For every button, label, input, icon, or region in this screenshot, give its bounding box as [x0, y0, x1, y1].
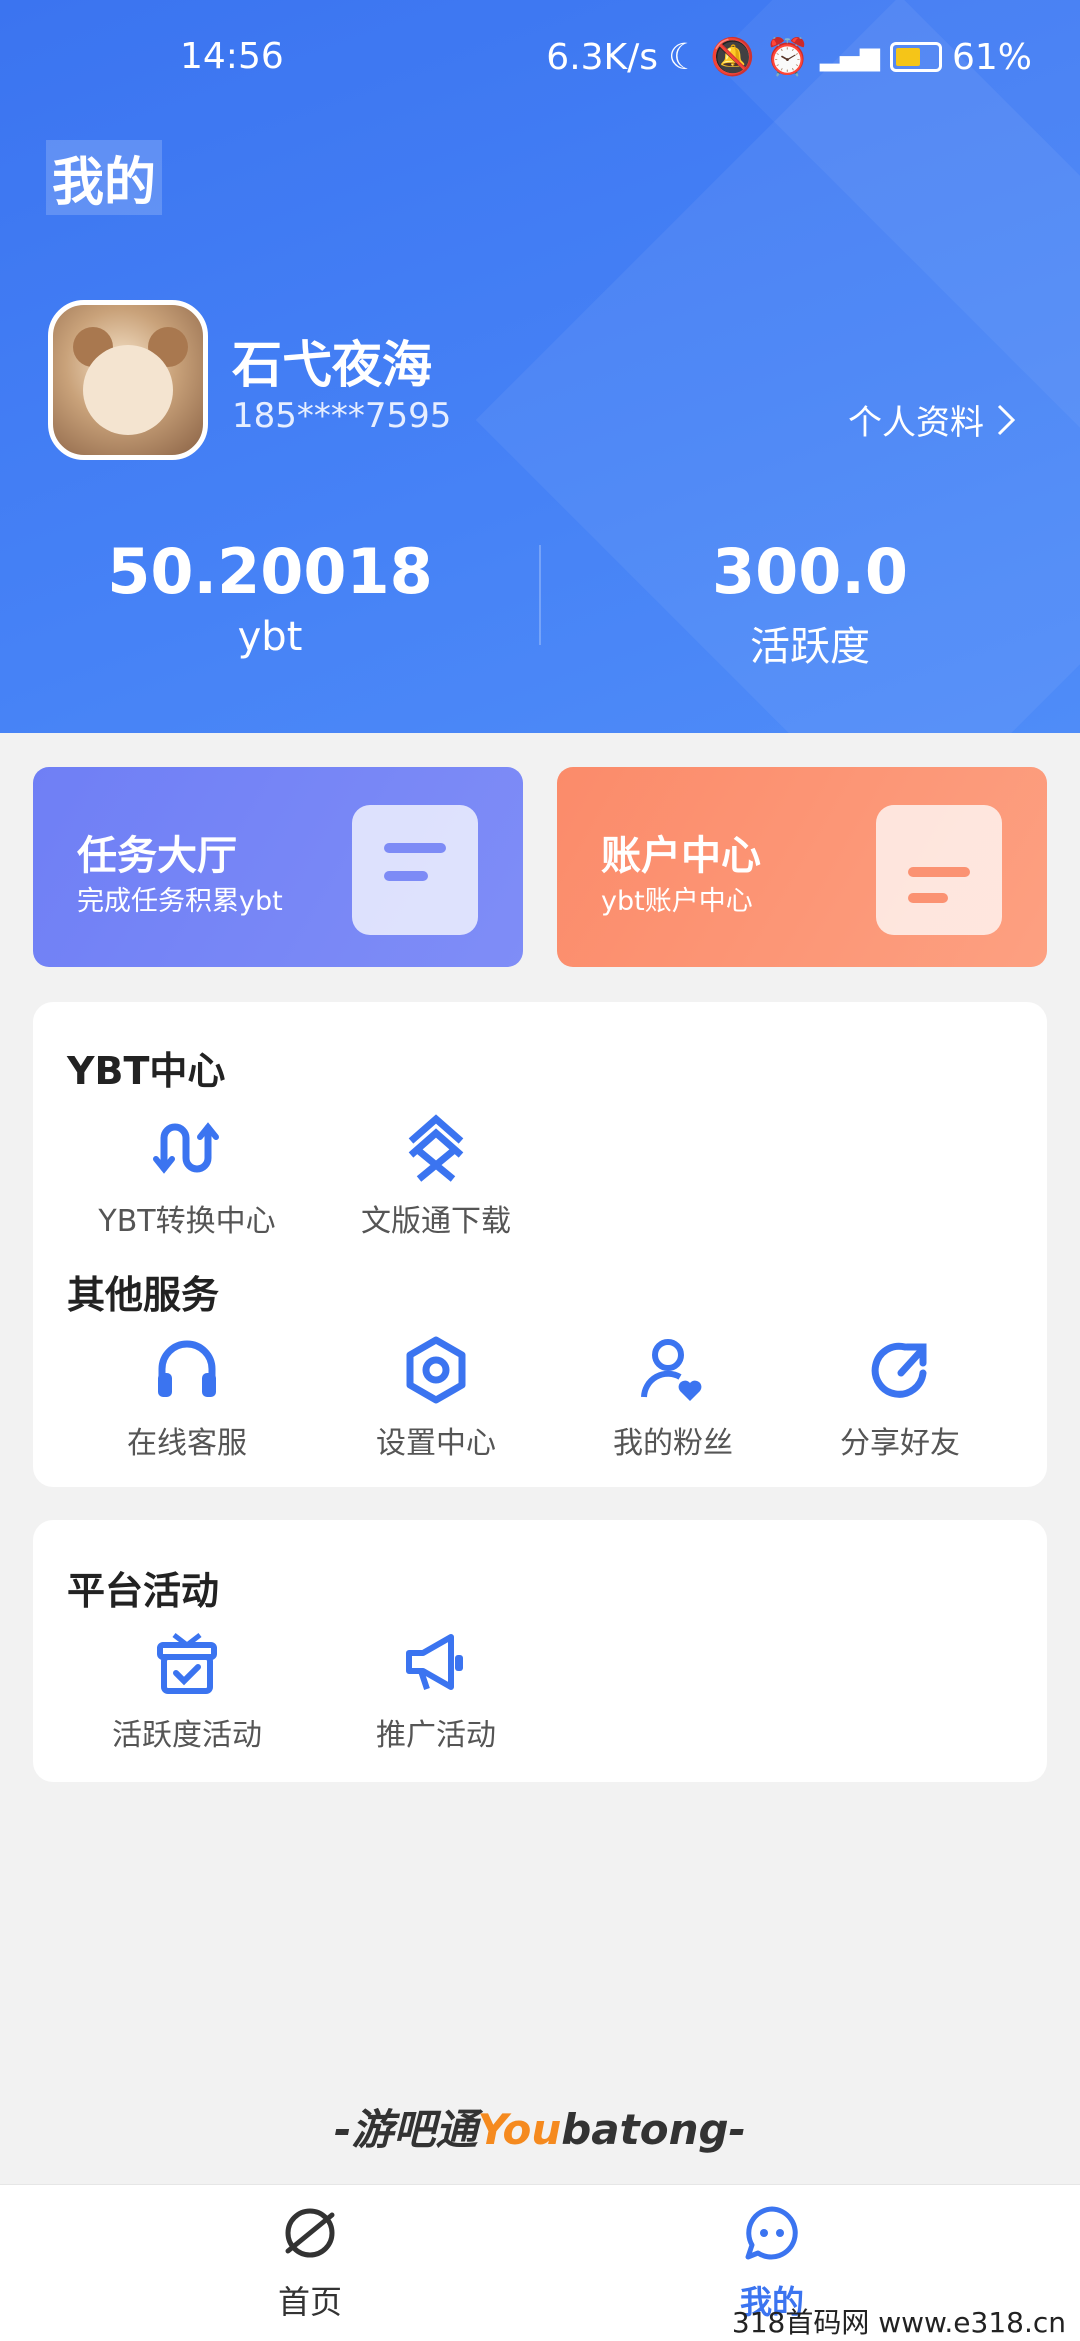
battery-icon	[889, 42, 942, 72]
chat-bubble-icon	[745, 2206, 798, 2260]
profile-link[interactable]: 个人资料	[848, 395, 1016, 444]
account-center-title: 账户中心	[601, 833, 761, 879]
document-icon	[876, 805, 1002, 935]
watermark: 318首码网 www.e318.cn	[731, 2306, 1066, 2339]
status-bar: 14:56 6.3K/s ☾ 🔕 ⏰ ▂▄▆ 61%	[0, 36, 1080, 86]
ybt-balance-label: ybt	[237, 614, 303, 660]
tab-home[interactable]: 首页	[210, 2203, 410, 2323]
task-hall-card[interactable]: 任务大厅 完成任务积累ybt	[33, 767, 523, 967]
my-fans-label: 我的粉丝	[613, 1426, 733, 1461]
online-support-label: 在线客服	[127, 1426, 247, 1461]
bottom-tabbar: 首页 我的 318首码网 www.e318.cn	[0, 2184, 1080, 2341]
download-icon	[398, 1110, 474, 1186]
brand-prefix: -游吧通	[334, 2105, 478, 2154]
user-heart-icon	[635, 1332, 711, 1408]
headset-icon	[149, 1332, 225, 1408]
activity-panel: 平台活动 活跃度活动 推广活动	[33, 1520, 1047, 1782]
activity-event-label: 活跃度活动	[112, 1718, 262, 1753]
task-hall-subtitle: 完成任务积累ybt	[77, 886, 283, 917]
megaphone-icon	[398, 1624, 474, 1700]
activity-event-item[interactable]: 活跃度活动	[77, 1624, 297, 1754]
convert-icon	[149, 1110, 225, 1186]
status-time: 14:56	[180, 36, 284, 77]
share-icon	[862, 1332, 938, 1408]
gift-icon	[149, 1624, 225, 1700]
brand-suffix: batong-	[561, 2105, 746, 2154]
profile-link-label: 个人资料	[848, 403, 984, 443]
alarm-icon: ⏰	[765, 37, 810, 78]
activity-score[interactable]: 300.0 活跃度	[540, 535, 1080, 672]
planet-icon	[285, 2208, 335, 2258]
battery-level: 61%	[951, 36, 1032, 78]
ybt-convert-label: YBT转换中心	[98, 1204, 276, 1239]
ybt-convert-item[interactable]: YBT转换中心	[77, 1110, 297, 1240]
phone-number: 185****7595	[232, 396, 452, 436]
task-hall-title: 任务大厅	[77, 833, 237, 879]
my-fans-item[interactable]: 我的粉丝	[563, 1332, 783, 1462]
download-item[interactable]: 文版通下载	[326, 1110, 546, 1240]
net-speed: 6.3K/s	[546, 36, 659, 78]
activity-score-value: 300.0	[711, 535, 909, 608]
share-friends-item[interactable]: 分享好友	[790, 1332, 1010, 1462]
settings-item[interactable]: 设置中心	[326, 1332, 546, 1462]
activity-score-label: 活跃度	[750, 624, 870, 670]
chevron-right-icon	[997, 404, 1016, 435]
promotion-label: 推广活动	[376, 1718, 496, 1753]
ybt-balance[interactable]: 50.20018 ybt	[0, 535, 540, 660]
share-friends-label: 分享好友	[840, 1426, 960, 1461]
bookmark-icon	[352, 805, 478, 935]
download-label: 文版通下载	[361, 1204, 511, 1239]
brand-slogan: -游吧通Youbatong-	[0, 2096, 1080, 2157]
tab-home-label: 首页	[277, 2283, 342, 2321]
avatar[interactable]	[48, 300, 208, 460]
account-center-card[interactable]: 账户中心 ybt账户中心	[557, 767, 1047, 967]
account-center-subtitle: ybt账户中心	[601, 886, 753, 917]
signal-icon: ▂▄▆	[819, 42, 880, 72]
ybt-balance-value: 50.20018	[107, 535, 433, 608]
section-title-ybt: YBT中心	[67, 1049, 226, 1093]
username: 石弋夜海	[232, 336, 432, 394]
online-support-item[interactable]: 在线客服	[77, 1332, 297, 1462]
promotion-item[interactable]: 推广活动	[326, 1624, 546, 1754]
settings-label: 设置中心	[376, 1426, 496, 1461]
profile-header: 14:56 6.3K/s ☾ 🔕 ⏰ ▂▄▆ 61% 我的 石弋夜海 185**…	[0, 0, 1080, 733]
brand-highlight: You	[477, 2105, 562, 2154]
moon-icon: ☾	[668, 36, 701, 78]
gear-icon	[398, 1332, 474, 1408]
section-title-activity: 平台活动	[67, 1569, 220, 1613]
bell-off-icon: 🔕	[710, 37, 756, 78]
page-title: 我的	[46, 140, 163, 215]
section-title-other: 其他服务	[67, 1273, 220, 1317]
services-panel: YBT中心 YBT转换中心 文版通下载 其他服务 在线客服 设置中心 我的粉丝	[33, 1002, 1047, 1487]
